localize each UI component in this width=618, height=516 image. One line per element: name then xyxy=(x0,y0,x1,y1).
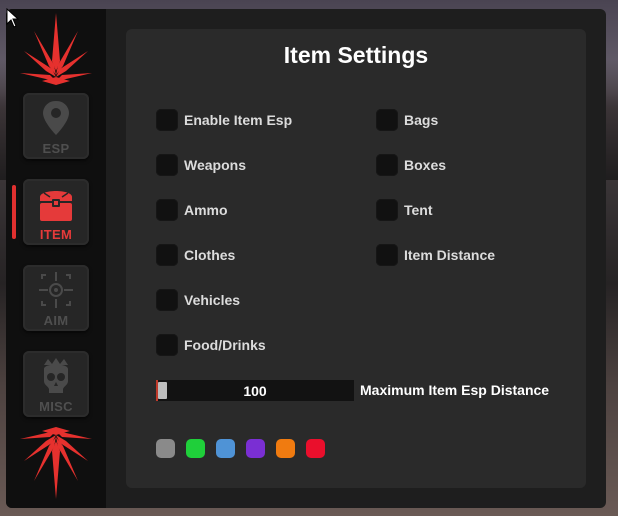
option-label: Bags xyxy=(404,112,439,128)
sidebar-item-label: MISC xyxy=(39,399,73,414)
option-food-drinks[interactable]: Food/Drinks xyxy=(156,334,266,356)
checkbox[interactable] xyxy=(156,289,178,311)
color-swatch-gray[interactable] xyxy=(156,439,175,458)
checkbox[interactable] xyxy=(156,334,178,356)
slider-label: Maximum Item Esp Distance xyxy=(360,382,550,398)
active-tab-indicator xyxy=(12,185,16,239)
sidebar-item-label: ITEM xyxy=(39,227,73,242)
checkbox[interactable] xyxy=(376,154,398,176)
slider-value: 100 xyxy=(243,383,267,399)
color-swatch-green[interactable] xyxy=(186,439,205,458)
sidebar-item-label: AIM xyxy=(43,313,69,328)
option-label: Food/Drinks xyxy=(184,337,266,353)
checkbox[interactable] xyxy=(376,109,398,131)
option-label: Clothes xyxy=(184,247,236,263)
option-label: Tent xyxy=(404,202,433,218)
option-label: Vehicles xyxy=(184,292,241,308)
option-label: Boxes xyxy=(404,157,447,173)
option-bags[interactable]: Bags xyxy=(376,109,438,131)
option-label: Item Distance xyxy=(404,247,496,263)
checkbox[interactable] xyxy=(376,199,398,221)
map-pin-icon xyxy=(43,101,69,135)
option-vehicles[interactable]: Vehicles xyxy=(156,289,240,311)
sidebar: ESP ITEM AIM MISC xyxy=(6,9,106,508)
option-ammo[interactable]: Ammo xyxy=(156,199,228,221)
sidebar-item-esp[interactable]: ESP xyxy=(23,93,89,159)
option-tent[interactable]: Tent xyxy=(376,199,433,221)
crosshair-icon xyxy=(39,272,73,308)
option-label: Weapons xyxy=(184,157,246,173)
color-swatch-red[interactable] xyxy=(306,439,325,458)
checkbox[interactable] xyxy=(376,244,398,266)
star-burst-icon xyxy=(20,13,92,85)
mouse-cursor-icon xyxy=(6,8,20,28)
option-label: Enable Item Esp xyxy=(184,112,293,128)
menu-window: ESP ITEM AIM MISC Item Settings Enable I… xyxy=(6,9,606,508)
treasure-chest-icon xyxy=(40,191,72,221)
option-enable-item-esp[interactable]: Enable Item Esp xyxy=(156,109,292,131)
sidebar-item-aim[interactable]: AIM xyxy=(23,265,89,331)
option-weapons[interactable]: Weapons xyxy=(156,154,246,176)
option-clothes[interactable]: Clothes xyxy=(156,244,235,266)
option-label: Ammo xyxy=(184,202,228,218)
skull-icon xyxy=(44,358,68,393)
star-burst-icon xyxy=(20,427,92,499)
option-item-distance[interactable]: Item Distance xyxy=(376,244,495,266)
item-settings-panel: Item Settings Enable Item Esp Weapons Am… xyxy=(126,29,586,488)
panel-title: Item Settings xyxy=(283,42,429,68)
checkbox[interactable] xyxy=(156,109,178,131)
color-swatch-orange[interactable] xyxy=(276,439,295,458)
checkbox[interactable] xyxy=(156,154,178,176)
sidebar-item-label: ESP xyxy=(42,141,70,156)
checkbox[interactable] xyxy=(156,199,178,221)
sidebar-item-misc[interactable]: MISC xyxy=(23,351,89,417)
max-distance-slider[interactable]: 100 xyxy=(156,380,354,401)
sidebar-item-item[interactable]: ITEM xyxy=(23,179,89,245)
option-boxes[interactable]: Boxes xyxy=(376,154,446,176)
color-swatch-blue[interactable] xyxy=(216,439,235,458)
checkbox[interactable] xyxy=(156,244,178,266)
color-swatch-purple[interactable] xyxy=(246,439,265,458)
